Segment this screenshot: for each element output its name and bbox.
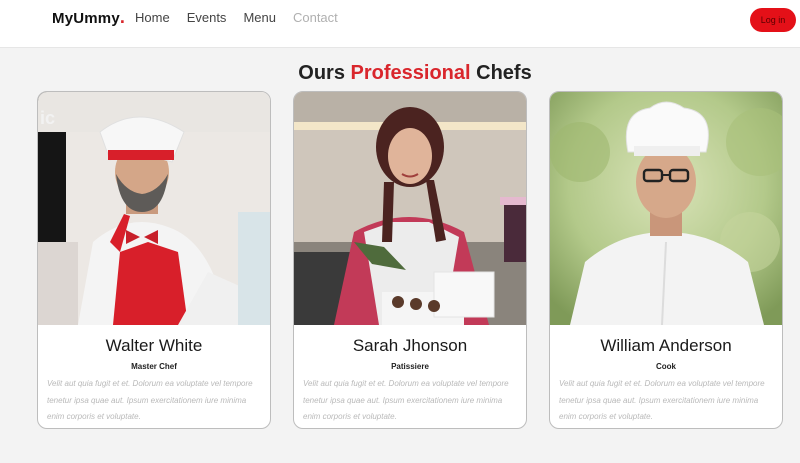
chef-role: Patissiere xyxy=(391,362,429,371)
brand-name: MyUmmy xyxy=(52,10,120,27)
title-prefix: Ours xyxy=(298,62,345,84)
chef-name: Walter White xyxy=(105,336,203,355)
chef-description: Velit aut quia fugit et et. Dolorum ea v… xyxy=(47,379,253,421)
chef-description: Velit aut quia fugit et et. Dolorum ea v… xyxy=(303,379,509,421)
brand-logo[interactable]: MyUmmy. xyxy=(52,7,126,27)
chef-card-sarah-jhonson[interactable]: Sarah Jhonson Patissiere Velit aut quia … xyxy=(293,91,527,429)
nav-link-home[interactable]: Home xyxy=(135,10,170,25)
title-suffix: Chefs xyxy=(476,62,532,84)
login-button[interactable]: Log in xyxy=(750,8,796,32)
chef-role: Cook xyxy=(656,362,676,371)
svg-text:ic: ic xyxy=(40,108,55,128)
chef-photo: ic xyxy=(38,92,270,325)
nav-link-contact[interactable]: Contact xyxy=(293,10,338,25)
navbar: MyUmmy. Home Events Menu Contact Log in xyxy=(0,0,800,48)
nav-link-events[interactable]: Events xyxy=(187,10,227,25)
chef-card-walter-white[interactable]: ic Walter White Master Chef Velit aut qu… xyxy=(37,91,271,429)
main-nav: Home Events Menu Contact xyxy=(135,10,355,25)
chef-name: Sarah Jhonson xyxy=(352,336,468,355)
brand-dot: . xyxy=(119,7,126,27)
title-accent: Professional xyxy=(350,62,471,84)
nav-link-menu[interactable]: Menu xyxy=(243,10,276,25)
section-title: Ours Professional Chefs xyxy=(0,62,800,85)
chef-description: Velit aut quia fugit et et. Dolorum ea v… xyxy=(559,379,765,421)
chef-name: William Anderson xyxy=(600,336,732,355)
chef-photo xyxy=(550,92,782,325)
chef-photo xyxy=(294,92,526,325)
chef-role: Master Chef xyxy=(131,362,177,371)
chef-card-william-anderson[interactable]: William Anderson Cook Velit aut quia fug… xyxy=(549,91,783,429)
